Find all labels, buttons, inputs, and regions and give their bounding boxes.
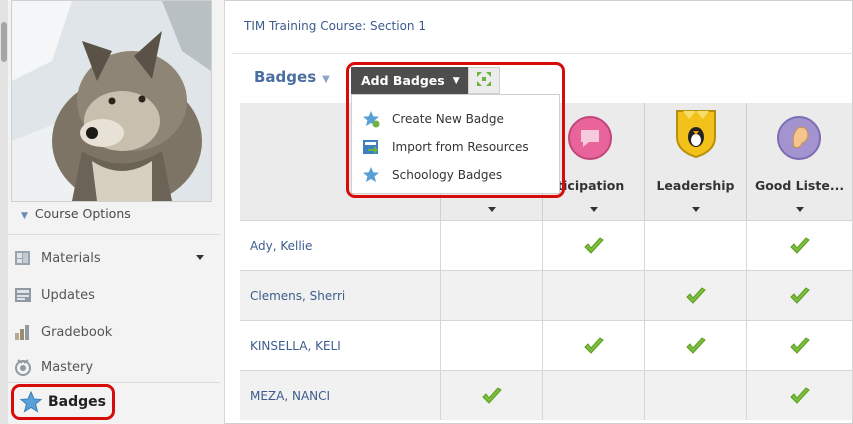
badge-cell[interactable] [747,371,853,420]
wolf-image [12,1,211,201]
add-badges-menu: Create New Badge Import from Resources S… [351,94,560,194]
page-title[interactable]: Badges ▼ [254,68,330,86]
dropdown-arrow-icon[interactable] [487,207,496,212]
caret-down-icon: ▼ [452,75,460,86]
participation-badge-icon [568,116,612,160]
checkmark-icon [789,386,810,404]
badge-cell[interactable] [441,371,543,420]
nav-divider [8,234,220,235]
breadcrumb[interactable]: TIM Training Course: Section 1 [244,19,426,33]
checkmark-icon [685,286,706,304]
badge-cell[interactable] [441,221,543,270]
table-row: KINSELLA, KELI [240,320,853,370]
badge-cell[interactable] [441,271,543,320]
badge-cell[interactable] [645,221,747,270]
checkmark-icon [481,386,502,404]
dropdown-arrow-icon[interactable] [589,207,598,212]
menu-item-create-new-badge[interactable]: Create New Badge [362,107,504,131]
badge-cell[interactable] [747,271,853,320]
checkmark-icon [789,336,810,354]
student-name-link[interactable]: Ady, Kellie [240,221,441,270]
chevron-down-icon: ▼ [21,211,28,221]
badge-cell[interactable] [645,321,747,370]
dropdown-arrow-icon [196,255,204,260]
add-badges-button[interactable]: Add Badges ▼ [351,67,468,94]
badge-cell[interactable] [645,271,747,320]
badge-cell[interactable] [747,221,853,270]
menu-item-import-from-resources[interactable]: Import from Resources [362,135,529,159]
checkmark-icon [685,336,706,354]
badge-cell[interactable] [543,371,645,420]
sidebar-item-materials[interactable]: Materials [14,243,210,273]
dropdown-arrow-icon[interactable] [795,207,804,212]
table-row: Ady, Kellie [240,220,853,270]
checkmark-icon [789,236,810,254]
materials-icon [14,249,32,267]
expand-icon [476,71,492,91]
expand-fullscreen-button[interactable] [468,67,500,94]
checkmark-icon [583,336,604,354]
column-header-good-listener[interactable]: Good Liste... [747,103,853,220]
updates-icon [14,286,32,304]
gradebook-icon [14,323,32,341]
menu-item-schoology-badges[interactable]: Schoology Badges [362,163,502,187]
checkmark-icon [789,286,810,304]
sidebar-item-updates[interactable]: Updates [14,280,210,310]
good-listener-badge-icon [777,116,821,160]
badge-cell[interactable] [441,321,543,370]
badge-cell[interactable] [543,321,645,370]
student-name-link[interactable]: Clemens, Sherri [240,271,441,320]
badge-star-icon [19,390,43,413]
create-badge-icon [362,110,380,128]
checkmark-icon [583,236,604,254]
badge-cell[interactable] [543,221,645,270]
sidebar-item-gradebook[interactable]: Gradebook [14,317,210,347]
course-profile-image [11,0,212,202]
column-header-leadership[interactable]: Leadership [645,103,747,220]
student-name-link[interactable]: MEZA, NANCI [240,371,441,420]
sidebar-item-mastery[interactable]: Mastery [14,352,210,382]
import-icon [362,138,380,156]
dropdown-arrow-icon[interactable] [691,207,700,212]
chevron-down-icon: ▼ [322,74,330,85]
leadership-badge-icon [676,110,716,159]
nav-divider [8,382,220,383]
student-name-link[interactable]: KINSELLA, KELI [240,321,441,370]
badge-cell[interactable] [645,371,747,420]
course-options-toggle[interactable]: ▼ Course Options [21,206,131,221]
badge-cell[interactable] [543,271,645,320]
header-divider [232,53,853,54]
table-row: MEZA, NANCI [240,370,853,420]
schoology-badge-icon [362,166,380,184]
sidebar-item-badges[interactable]: Badges [11,384,115,420]
table-row: Clemens, Sherri [240,270,853,320]
badge-cell[interactable] [747,321,853,370]
mastery-icon [14,358,32,376]
scrollbar-thumb[interactable] [1,22,7,62]
